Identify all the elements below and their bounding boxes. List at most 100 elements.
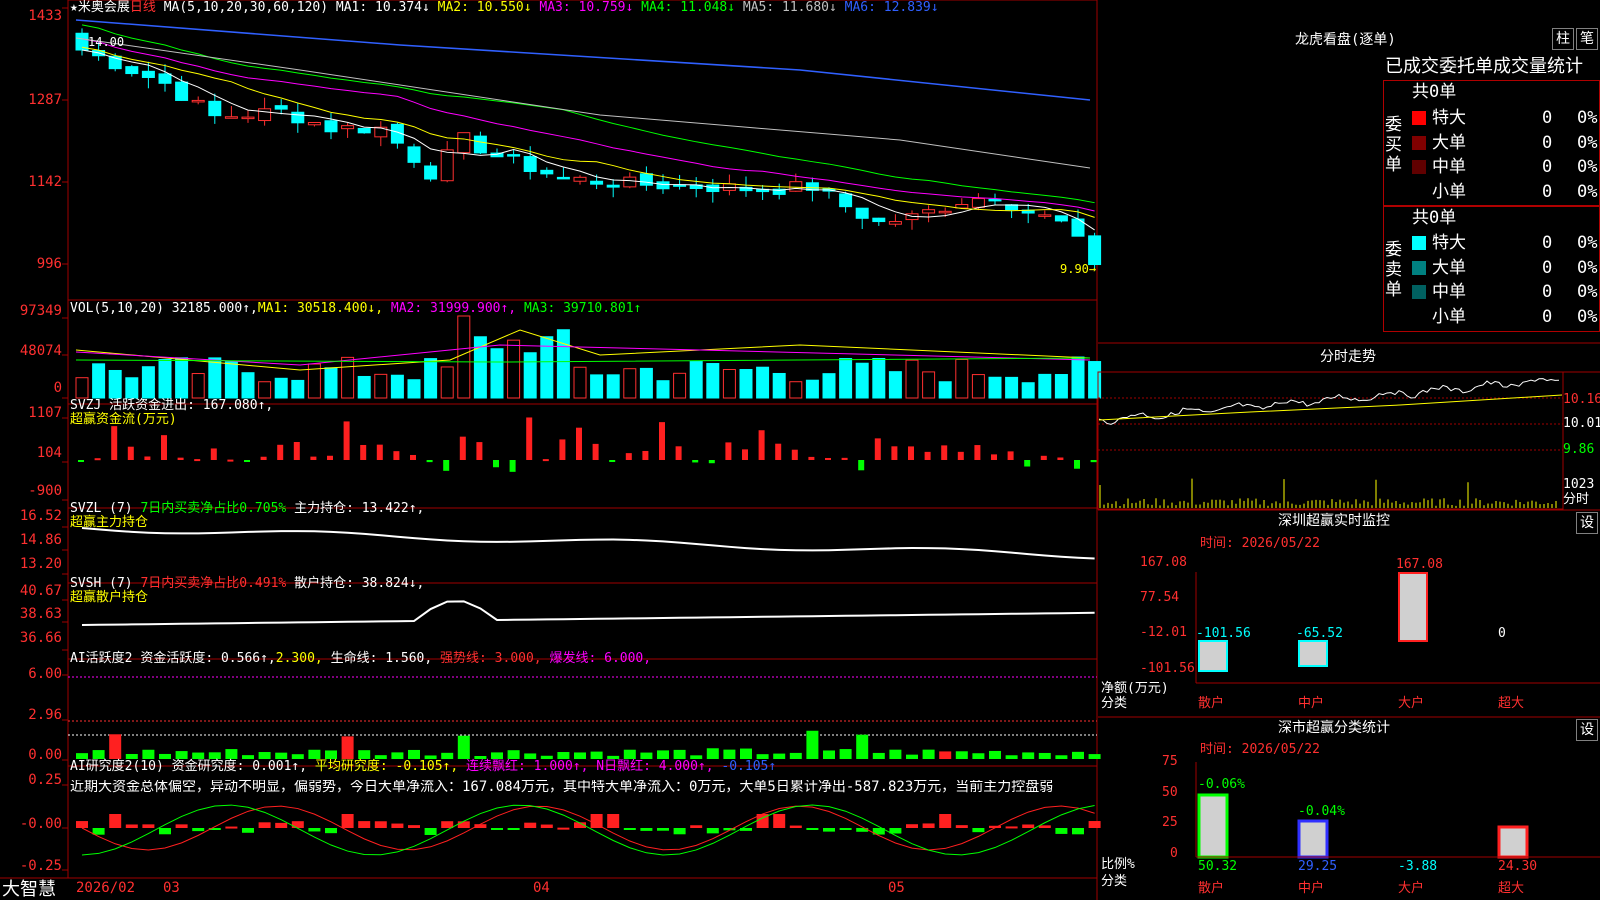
fund-flow-bar [410, 454, 416, 460]
activity-bar [789, 752, 802, 759]
x-label-2: 04 [533, 880, 550, 896]
research-bar [291, 821, 304, 828]
activity-bar [92, 750, 105, 759]
research-bar [408, 825, 420, 828]
research-bar [159, 828, 171, 835]
volume-bar [440, 366, 454, 399]
research-bar [690, 825, 703, 828]
volume-bar [606, 374, 620, 399]
vol-title: VOL(5,10,20) [70, 301, 164, 316]
research-bar [540, 824, 553, 828]
volume-bar [507, 339, 521, 399]
volume-bar [639, 367, 653, 399]
research-bar [92, 828, 105, 835]
activity-bar [225, 749, 238, 759]
research-bar [325, 828, 337, 834]
svsh-title: SVSH (7) [70, 576, 133, 591]
fund-flow-bar [260, 456, 267, 460]
activity-bar [1088, 754, 1101, 759]
volume-bar [208, 357, 222, 399]
ai2-v2: 2.300, [275, 651, 323, 666]
activity-bar [989, 750, 1001, 759]
activity-bar [972, 753, 985, 759]
candle-body [125, 66, 139, 75]
row-label: 小单 [1432, 306, 1466, 327]
fund-flow-bar [293, 442, 300, 460]
svsh-header: SVSH (7) 7日内买卖净占比0.491% 散户持仓: 38.824↓, [70, 576, 424, 591]
intraday-axis-1: 10.01 [1563, 416, 1600, 431]
candle-body [872, 217, 886, 223]
activity-bar [1005, 755, 1018, 759]
svzl-ratio: 7日内买卖净占比0.705% [140, 501, 287, 516]
activity-bar [623, 749, 636, 759]
candle-body [291, 111, 305, 124]
research-bar [955, 825, 968, 828]
class-settings-button[interactable]: 设 [1576, 719, 1598, 741]
class-xlabel: 分类 [1101, 874, 1128, 889]
activity-bar [1022, 752, 1035, 759]
right-panel: 龙虎看盘(逐单) 柱 笔 已成交委托单成交量统计 委买单 委卖单 共0单 共0单… [1100, 0, 1600, 900]
fund-flow-bar [493, 460, 499, 468]
ma20-line [81, 38, 1095, 212]
vol-ma3: MA3: 39710.801↑ [523, 301, 642, 316]
period-label[interactable]: 日线 [130, 0, 156, 15]
retail-position-line [81, 600, 1095, 626]
x-label-3: 05 [888, 880, 905, 896]
volume-bar [756, 366, 770, 399]
activity-bar [325, 750, 337, 759]
volume-bar [590, 374, 604, 399]
volume-bar [556, 329, 570, 399]
volume-bar [988, 376, 1002, 399]
activity-bar [1072, 751, 1084, 759]
candle-body [789, 181, 803, 192]
intraday-title: 分时走势 [1320, 349, 1376, 365]
fund-flow-bar [1074, 460, 1080, 469]
monitor-settings-button[interactable]: 设 [1576, 512, 1598, 534]
candle-body [639, 173, 653, 186]
research-comment: 近期大资金总体偏空，异动不明显，偏弱势，今日大单净流入：167.084万元，其中… [70, 780, 1054, 795]
activity-bar [208, 752, 221, 759]
main-header: ★米奥会展日线 MA(5,10,20,30,60,120) MA1: 10.37… [70, 0, 939, 15]
intraday-vol-label: 分时 [1563, 492, 1590, 507]
x-label-1: 03 [163, 880, 180, 896]
ma-header: MA(5,10,20,30,60,120) [163, 0, 329, 15]
ai2-axis-0: 6.00 [28, 666, 62, 682]
fund-flow-bar [924, 451, 931, 460]
ma-item-4: MA4: 11.048↓ [633, 0, 736, 15]
stock-name: 米奥会展 [77, 0, 130, 15]
main-axis-1: 1287 [28, 92, 62, 108]
activity-bar [939, 751, 952, 759]
candle-body [357, 127, 371, 134]
ai2-activity: 资金活跃度: 0.566↑, [140, 651, 276, 666]
color-swatch [1412, 184, 1426, 199]
fund-flow-bar [426, 460, 433, 463]
fund-flow-bar [542, 459, 549, 462]
volume-bar [1021, 382, 1035, 399]
volume-bar [175, 357, 189, 399]
volume-bar [573, 366, 587, 399]
star-icon[interactable]: ★ [70, 0, 78, 15]
volume-bar [772, 372, 786, 399]
research-axis-1: -0.00 [19, 816, 62, 832]
activity-bar [590, 751, 603, 759]
volume-bar [407, 379, 421, 399]
activity-bar [358, 750, 371, 759]
panel-frame [67, 0, 1098, 301]
buy-side-label: 委买单 [1385, 115, 1402, 175]
color-swatch [1412, 309, 1426, 324]
tick-mode-button[interactable]: 笔 [1576, 28, 1598, 50]
activity-bar [657, 750, 669, 759]
vol-ma2: MA2: 31999.900↑, [390, 301, 517, 316]
research-bar [839, 828, 852, 830]
bar-mode-button[interactable]: 柱 [1552, 28, 1574, 50]
high-mark: 14.00 [88, 35, 125, 49]
fund-flow-bar [127, 446, 134, 460]
candle-body [241, 116, 255, 120]
activity-bar [1055, 755, 1068, 759]
fund-flow-bar [791, 449, 798, 460]
svsh-axis-1: 38.63 [19, 606, 62, 622]
candle-body [424, 165, 438, 180]
volume-bar [125, 377, 139, 399]
candle-body [888, 221, 902, 225]
volume-bar [291, 379, 305, 399]
